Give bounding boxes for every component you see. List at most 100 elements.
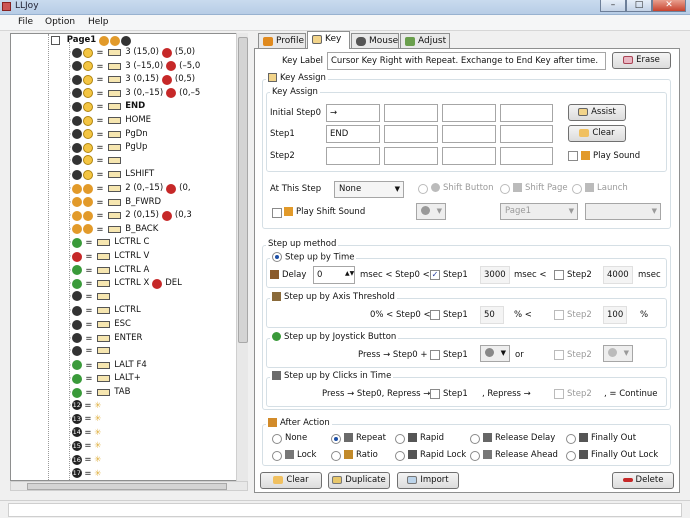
tree-horizontal-scrollbar[interactable] (10, 481, 248, 491)
tree-item[interactable]: · = PgDn (69, 128, 148, 141)
tree-item[interactable]: · = LCTRL X DEL (69, 277, 182, 290)
after-action-radio-2[interactable] (395, 434, 405, 444)
close-button[interactable]: ✕ (652, 0, 686, 12)
after-action-radio-8[interactable] (470, 451, 480, 461)
step2-key-1[interactable] (326, 147, 380, 165)
tree-item[interactable]: · = ENTER (69, 332, 142, 345)
tree-item[interactable]: ·16 = ✳ (69, 454, 101, 467)
step2-key-4[interactable] (500, 147, 553, 165)
shift-button-select[interactable]: ▼ (416, 203, 446, 220)
step2-clicks-checkbox[interactable] (554, 389, 564, 399)
profile-tree[interactable]: Page1 · = 3 (15,0) (5,0) · = 3 (–15,0) (–5,… (10, 33, 248, 481)
initial-step0-key-4[interactable] (500, 104, 553, 122)
tree-item[interactable]: · = B_BACK (69, 223, 158, 236)
tree-item[interactable]: · = (69, 345, 112, 358)
tree-item[interactable]: · = 3 (0,15) (0,5) (69, 73, 195, 86)
tree-item[interactable]: ·14 = ✳ (69, 427, 101, 440)
step1-time-checkbox[interactable]: ✓ (430, 270, 440, 280)
assist-button[interactable]: Assist (568, 104, 626, 121)
duplicate-button[interactable]: Duplicate (328, 472, 390, 489)
scroll-thumb[interactable] (238, 37, 248, 343)
step1-axis-value[interactable]: 50 (480, 306, 504, 324)
delay-spin-icon[interactable]: ▲▼ (345, 270, 354, 277)
tree-item[interactable]: · = 3 (15,0) (5,0) (69, 46, 195, 59)
shift-page-select[interactable]: Page1 ▼ (500, 203, 578, 220)
after-action-radio-4[interactable] (566, 434, 576, 444)
minimize-button[interactable]: – (600, 0, 626, 12)
step1-joystick-checkbox[interactable] (430, 350, 440, 360)
initial-step0-key-3[interactable] (442, 104, 496, 122)
step2-axis-value[interactable]: 100 (603, 306, 627, 324)
after-action-radio-5[interactable] (272, 451, 282, 461)
menu-file[interactable]: File (14, 16, 37, 28)
step2-time-checkbox[interactable] (554, 270, 564, 280)
initial-step0-key-2[interactable] (384, 104, 438, 122)
shift-page-radio[interactable] (500, 184, 510, 194)
tree-item[interactable]: · = PgUp (69, 141, 147, 154)
initial-step0-key-1[interactable]: → (326, 104, 380, 122)
maximize-button[interactable]: □ (626, 0, 652, 12)
step2-time-value[interactable]: 4000 (603, 266, 633, 284)
tree-item[interactable]: · = LALT F4 (69, 359, 147, 372)
step2-key-3[interactable] (442, 147, 496, 165)
step1-key-4[interactable] (500, 125, 553, 143)
tab-mouse[interactable]: Mouse (351, 33, 399, 49)
erase-button[interactable]: Erase (612, 52, 671, 69)
tree-item[interactable]: · = TAB (69, 386, 130, 399)
menu-help[interactable]: Help (84, 16, 113, 28)
step1-key-3[interactable] (442, 125, 496, 143)
launch-select[interactable]: ▼ (585, 203, 661, 220)
tree-item[interactable]: · = END (69, 100, 145, 113)
after-action-radio-7[interactable] (395, 451, 405, 461)
tree-item[interactable]: · = ESC (69, 318, 131, 331)
tab-key[interactable]: Key (307, 31, 350, 49)
tree-item[interactable]: · = 2 (0,–15) (0, (69, 182, 191, 195)
tree-item[interactable]: ·17 = ✳ (69, 468, 101, 480)
after-action-radio-0[interactable] (272, 434, 282, 444)
tree-vertical-scrollbar[interactable] (236, 33, 248, 481)
clear-keys-button[interactable]: Clear (568, 125, 626, 142)
scroll-thumb[interactable] (27, 483, 227, 490)
step1-key-1[interactable]: END (326, 125, 380, 143)
after-action-radio-1[interactable] (331, 434, 341, 444)
step1-time-value[interactable]: 3000 (480, 266, 510, 284)
tree-item[interactable]: · = LCTRL A (69, 264, 149, 277)
launch-radio[interactable] (572, 184, 582, 194)
after-action-radio-3[interactable] (470, 434, 480, 444)
tree-item[interactable]: · = 3 (0,–15) (0,–5 (69, 87, 200, 100)
key-label-input[interactable]: Cursor Key Right with Repeat. Exchange t… (327, 52, 606, 70)
step1-clicks-checkbox[interactable] (430, 389, 440, 399)
tree-item[interactable]: · = (69, 291, 112, 304)
tree-item[interactable]: ·12 = ✳ (69, 400, 101, 413)
step2-axis-checkbox[interactable] (554, 310, 564, 320)
after-action-radio-6[interactable] (331, 451, 341, 461)
tree-item[interactable]: · = HOME (69, 114, 151, 127)
tab-profile[interactable]: Profile (258, 33, 306, 49)
tree-item[interactable]: · = LSHIFT (69, 168, 154, 181)
tree-item[interactable]: · = 3 (–15,0) (–5,0 (69, 60, 200, 73)
clear-button[interactable]: Clear (260, 472, 322, 489)
menu-option[interactable]: Option (41, 16, 79, 28)
tree-item[interactable]: ·13 = ✳ (69, 413, 101, 426)
tab-adjust[interactable]: Adjust (400, 33, 450, 49)
after-action-radio-9[interactable] (566, 451, 576, 461)
play-shift-sound-checkbox[interactable] (272, 208, 282, 218)
tree-item[interactable]: · = LCTRL (69, 304, 141, 317)
shift-button-radio[interactable] (418, 184, 428, 194)
tree-item[interactable]: · = LCTRL C (69, 236, 149, 249)
delete-button[interactable]: Delete (612, 472, 674, 489)
collapse-box-icon[interactable] (51, 36, 60, 45)
play-sound-checkbox[interactable] (568, 151, 578, 161)
import-button[interactable]: Import (397, 472, 459, 489)
step2-joystick-select[interactable]: ▼ (603, 345, 633, 362)
at-this-step-select[interactable]: None ▼ (334, 181, 404, 198)
step2-joystick-checkbox[interactable] (554, 350, 564, 360)
stepup-time-radio[interactable] (272, 252, 282, 262)
step2-key-2[interactable] (384, 147, 438, 165)
tree-item[interactable]: · = B_FWRD (69, 196, 161, 209)
step1-key-2[interactable] (384, 125, 438, 143)
tree-item[interactable]: · = LCTRL V (69, 250, 149, 263)
tree-item[interactable]: · = LALT+ (69, 372, 141, 385)
tree-item[interactable]: · = (69, 155, 123, 168)
step1-axis-checkbox[interactable] (430, 310, 440, 320)
